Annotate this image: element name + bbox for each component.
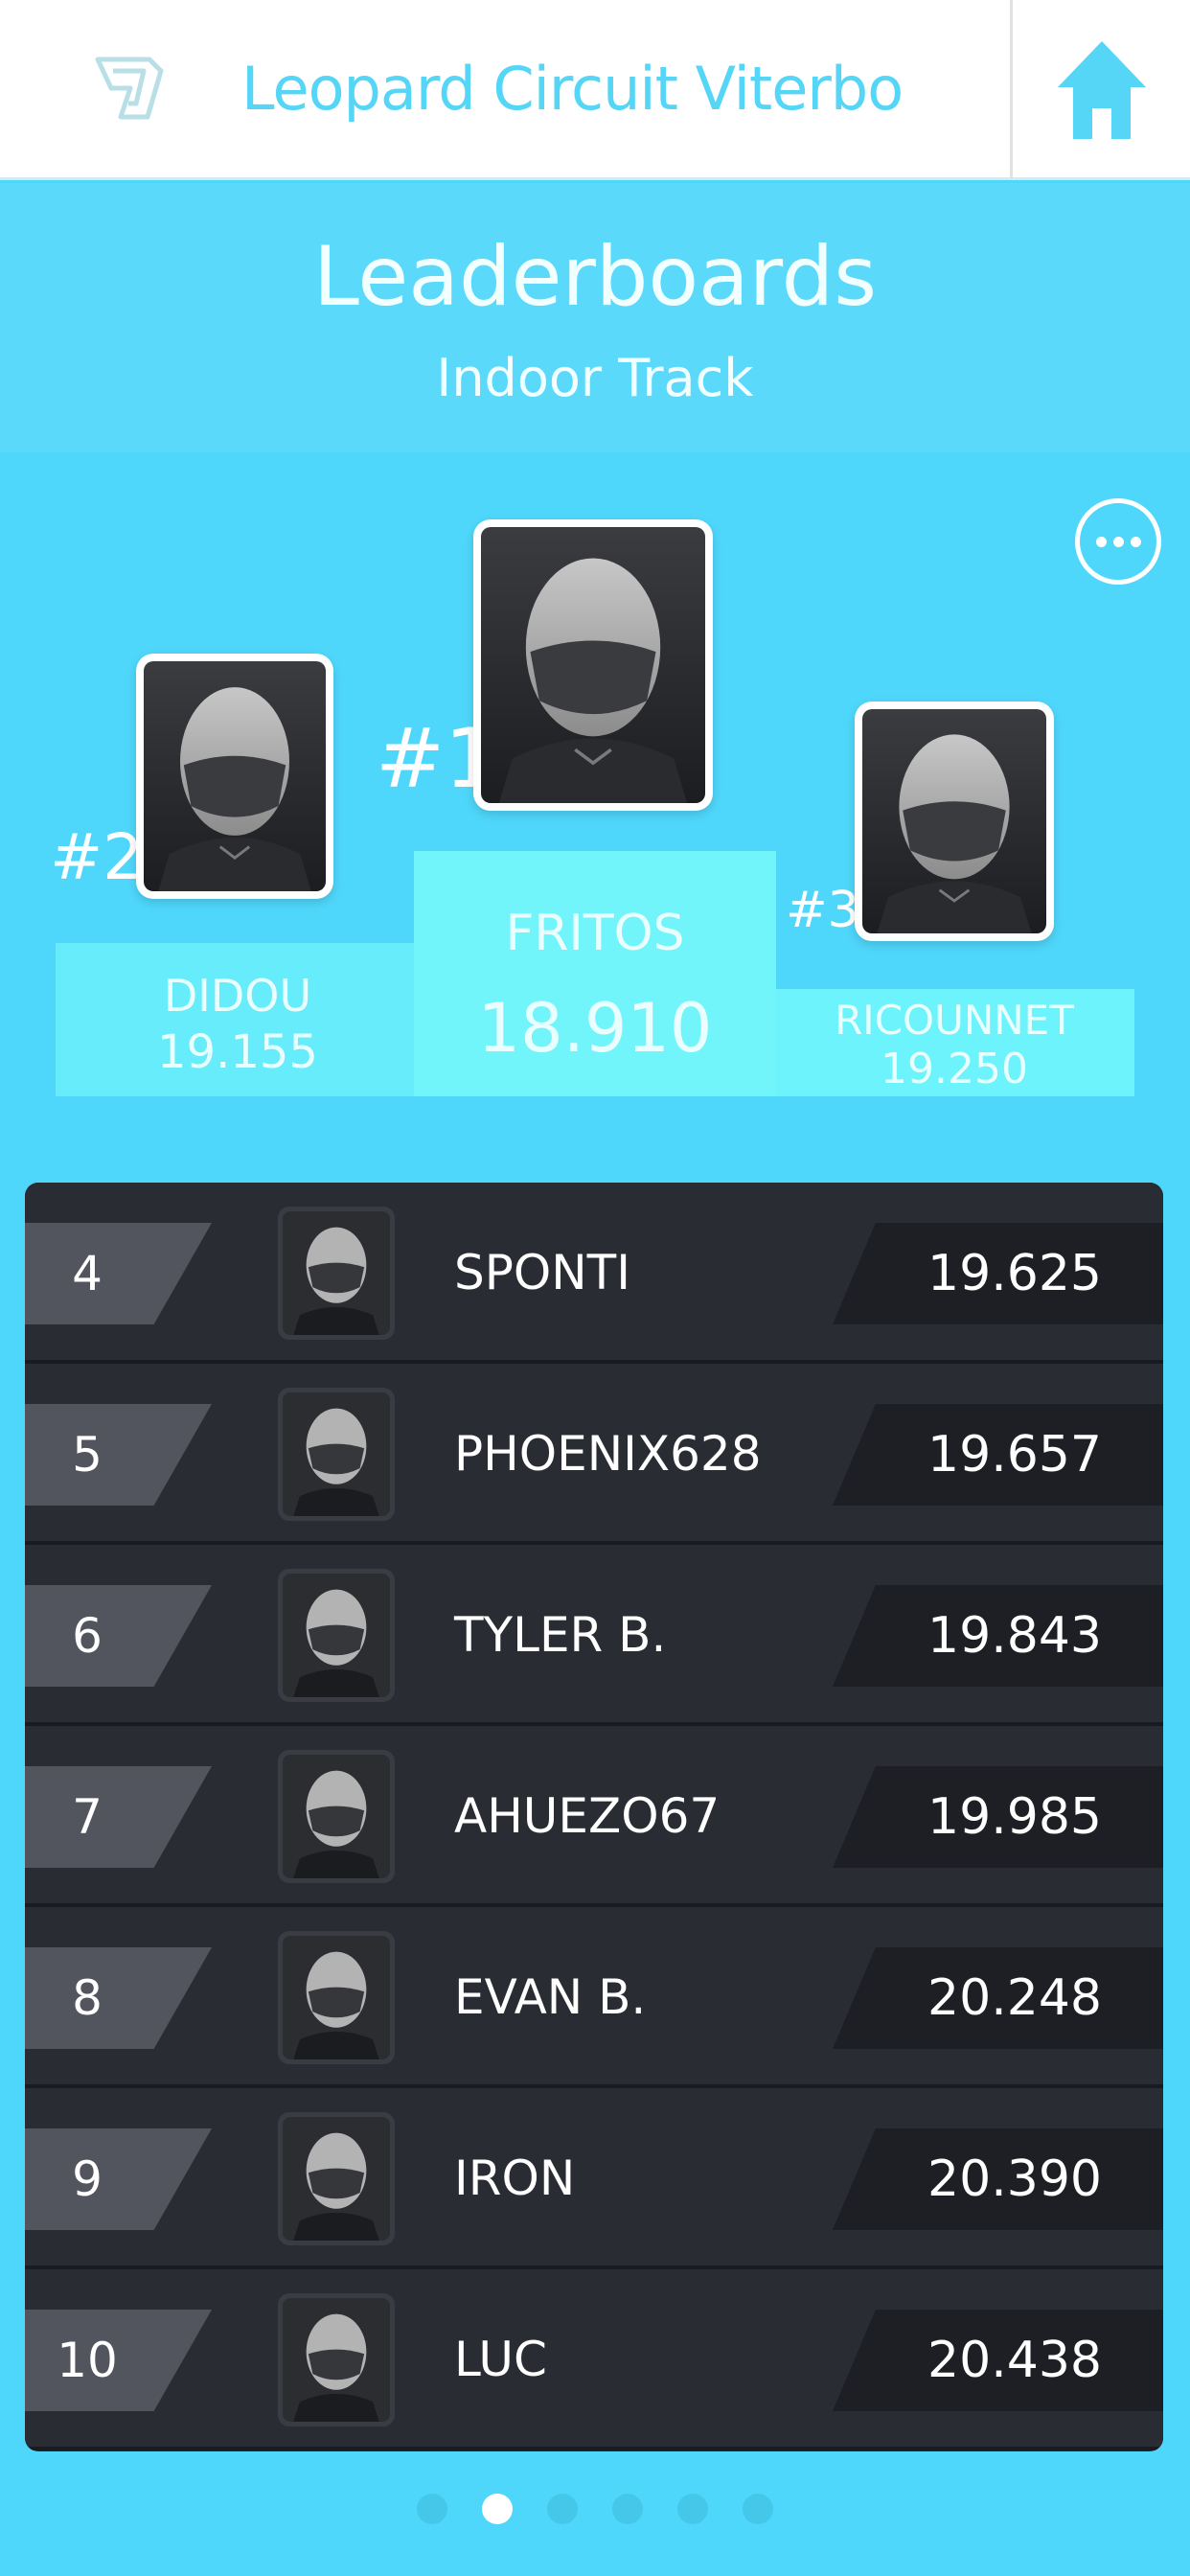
helmet-avatar-icon [283, 1755, 390, 1878]
leaderboard-row[interactable]: 7 AHUEZO67 19.985 [25, 1726, 1163, 1907]
row-rank: 8 [72, 1970, 103, 2026]
venue-title: Leopard Circuit Viterbo [241, 54, 904, 124]
row-avatar[interactable] [278, 2112, 395, 2245]
leaderboard-row[interactable]: 6 TYLER B. 19.843 [25, 1545, 1163, 1726]
helmet-avatar-icon [481, 527, 705, 803]
podium-second-rank: #2 [50, 820, 144, 894]
podium-third-time: 19.250 [881, 1045, 1028, 1093]
helmet-avatar-icon [862, 709, 1046, 933]
row-time: 19.843 [927, 1607, 1102, 1665]
row-name: SPONTI [454, 1245, 630, 1300]
track-logo-icon [95, 57, 164, 120]
top-bar: Leopard Circuit Viterbo [0, 0, 1190, 180]
row-avatar[interactable] [278, 2293, 395, 2426]
podium-third-name: RICOUNNET [835, 997, 1074, 1044]
page-dot[interactable] [677, 2494, 708, 2524]
home-button[interactable] [1010, 0, 1190, 180]
leaderboard-header: Leaderboards Indoor Track [0, 183, 1190, 452]
row-time: 20.248 [927, 1969, 1102, 2027]
podium-first-block[interactable]: FRITOS 18.910 [414, 851, 776, 1096]
row-avatar[interactable] [278, 1388, 395, 1521]
row-name: TYLER B. [454, 1607, 667, 1663]
podium-first-avatar[interactable] [473, 519, 713, 811]
row-rank: 6 [72, 1608, 103, 1664]
helmet-avatar-icon [283, 1936, 390, 2059]
more-icon [1095, 536, 1107, 547]
row-time: 19.657 [927, 1426, 1102, 1484]
row-rank: 5 [72, 1427, 103, 1483]
row-name: PHOENIX628 [454, 1426, 762, 1482]
podium-second-block[interactable]: DIDOU 19.155 [56, 943, 420, 1096]
row-name: IRON [454, 2150, 576, 2206]
row-name: LUC [454, 2332, 547, 2387]
podium-first-time: 18.910 [477, 989, 713, 1068]
leaderboard-row[interactable]: 9 IRON 20.390 [25, 2088, 1163, 2269]
row-avatar[interactable] [278, 1207, 395, 1340]
podium-second-time: 19.155 [157, 1025, 318, 1079]
row-rank: 9 [72, 2151, 103, 2207]
helmet-avatar-icon [283, 1211, 390, 1335]
row-time: 19.985 [927, 1788, 1102, 1846]
page-dot[interactable] [612, 2494, 643, 2524]
row-rank: 4 [72, 1246, 103, 1301]
podium-second-avatar[interactable] [136, 654, 333, 899]
page-dot-active[interactable] [482, 2494, 513, 2524]
podium-second-name: DIDOU [163, 970, 312, 1022]
row-time: 20.438 [927, 2332, 1102, 2389]
leaderboard-list[interactable]: 4 SPONTI 19.625 5 PHOENIX628 19.657 6 TY… [25, 1183, 1163, 2451]
helmet-avatar-icon [283, 1392, 390, 1516]
podium-third-avatar[interactable] [855, 702, 1054, 941]
leaderboard-row[interactable]: 4 SPONTI 19.625 [25, 1183, 1163, 1364]
track-subtitle[interactable]: Indoor Track [0, 348, 1190, 408]
row-avatar[interactable] [278, 1931, 395, 2064]
row-rank: 7 [72, 1789, 103, 1845]
helmet-avatar-icon [283, 1574, 390, 1697]
podium-third-block[interactable]: RICOUNNET 19.250 [774, 989, 1134, 1096]
helmet-avatar-icon [283, 2298, 390, 2422]
row-time: 19.625 [927, 1245, 1102, 1302]
row-avatar[interactable] [278, 1569, 395, 1702]
more-options-button[interactable] [1075, 498, 1161, 585]
podium-first-name: FRITOS [505, 905, 685, 962]
leaderboard-row[interactable]: 5 PHOENIX628 19.657 [25, 1364, 1163, 1545]
row-rank: 10 [57, 2333, 118, 2388]
podium-third-rank: #3 [786, 882, 859, 939]
home-icon [1057, 41, 1146, 139]
podium: DIDOU 19.155 RICOUNNET 19.250 FRITOS 18.… [0, 452, 1190, 1181]
helmet-avatar-icon [144, 661, 326, 891]
page-dot[interactable] [743, 2494, 773, 2524]
page-title: Leaderboards [312, 229, 878, 325]
page-indicator [0, 2494, 1190, 2532]
row-name: AHUEZO67 [454, 1788, 721, 1844]
row-time: 20.390 [927, 2150, 1102, 2208]
leaderboard-row[interactable]: 8 EVAN B. 20.248 [25, 1907, 1163, 2088]
helmet-avatar-icon [283, 2117, 390, 2241]
row-name: EVAN B. [454, 1969, 647, 2025]
row-avatar[interactable] [278, 1750, 395, 1883]
page-dot[interactable] [547, 2494, 578, 2524]
page-dot[interactable] [417, 2494, 447, 2524]
leaderboard-row[interactable]: 10 LUC 20.438 [25, 2269, 1163, 2450]
